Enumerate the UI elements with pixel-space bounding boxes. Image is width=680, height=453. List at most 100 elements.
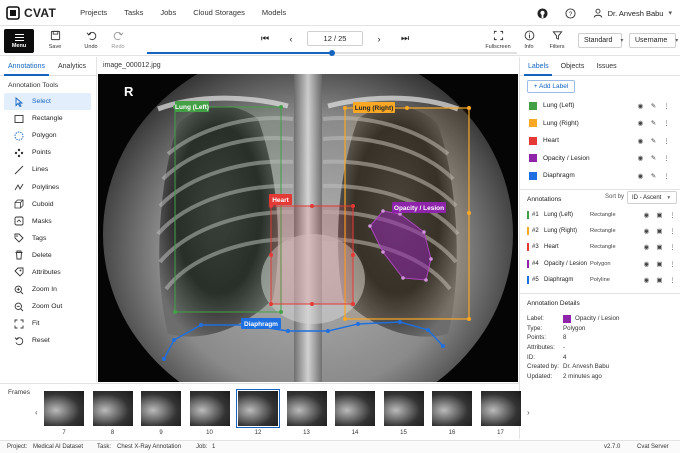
eye-icon[interactable]: ◉ [637,172,644,180]
tool-attributes[interactable]: Attributes [4,264,91,281]
username-select[interactable]: Username ▾ [629,33,678,48]
tool-tags[interactable]: Tags [4,230,91,247]
more-icon[interactable]: ⋮ [669,212,676,219]
user-menu[interactable]: Dr. Anvesh Babu ▾ [593,8,672,18]
edit-icon[interactable]: ✎ [650,137,657,145]
fullscreen-button[interactable]: Fullscreen [485,30,511,50]
last-frame-icon[interactable]: ⏭ [398,32,412,46]
nav-jobs[interactable]: Jobs [160,8,176,17]
annotation-item[interactable]: #2 Lung (Right) Rectangle ◉ ▣ ⋮ [520,223,680,239]
more-icon[interactable]: ⋮ [669,244,676,251]
github-icon[interactable] [537,7,549,19]
eye-icon[interactable]: ◉ [637,155,644,162]
tool-delete[interactable]: Delete [4,247,91,264]
tool-lines[interactable]: Lines [4,161,91,178]
tab-labels[interactable]: Labels [528,57,549,75]
tool-zoom-in[interactable]: Zoom In [4,281,91,298]
more-icon[interactable]: ⋮ [663,137,670,145]
tool-zoom-out[interactable]: Zoom Out [4,298,91,315]
frame-thumbnail[interactable]: 10 [189,391,230,436]
frame-thumbnail[interactable]: 14 [335,391,375,436]
tool-fit[interactable]: Fit [4,315,91,332]
frame-thumbnail[interactable]: 13 [286,391,327,436]
tool-masks[interactable]: Masks [4,213,91,230]
tool-polylines[interactable]: Polylines [4,178,91,195]
annotation-item[interactable]: #4 Opacity / Lesion Polygon ◉ ▣ ⋮ [520,256,680,272]
sort-select[interactable]: ID - Ascent ▾ [627,191,677,204]
tool-rectangle[interactable]: Rectangle [4,110,91,127]
cvat-logo[interactable]: CVAT [6,6,56,20]
filters-button[interactable]: Filters [544,30,570,50]
nav-tasks[interactable]: Tasks [124,8,143,17]
more-icon[interactable]: ⋮ [663,172,670,180]
eye-icon[interactable]: ◉ [643,276,650,284]
lock-icon[interactable]: ▣ [656,276,663,284]
eye-icon[interactable]: ◉ [637,137,644,145]
frame-thumbnail[interactable]: 8 [92,391,133,436]
lock-icon[interactable]: ▣ [656,260,663,268]
frame-number-input[interactable]: 12 / 25 [307,31,363,46]
prev-frame-icon[interactable]: ‹ [284,32,298,46]
add-label-button[interactable]: + Add Label [527,80,575,93]
more-icon[interactable]: ⋮ [663,120,670,127]
help-icon[interactable]: ? [565,7,577,19]
frame-thumbnail[interactable]: 16 [432,391,472,436]
tab-annotations[interactable]: Annotations [8,57,45,75]
info-button[interactable]: Info [516,30,542,50]
lock-icon[interactable]: ▣ [656,244,663,251]
label-item[interactable]: Lung (Left) ◉ ✎ ⋮ [520,97,680,115]
tool-reset[interactable]: Reset [4,332,91,349]
more-icon[interactable]: ⋮ [663,102,670,110]
tab-objects[interactable]: Objects [561,57,585,75]
tool-select[interactable]: Select [4,93,91,111]
strip-prev-icon[interactable]: ‹ [35,408,38,417]
tab-issues[interactable]: Issues [596,57,616,75]
annotation-item[interactable]: #1 Lung (Left) Rectangle ◉ ▣ ⋮ [520,207,680,223]
frame-slider[interactable] [147,50,517,56]
edit-icon[interactable]: ✎ [650,155,657,162]
frame-thumbnail[interactable]: 7 [44,391,84,436]
label-item[interactable]: Heart ◉ ✎ ⋮ [520,132,680,150]
edit-icon[interactable]: ✎ [650,172,657,180]
frame-thumbnail[interactable]: 15 [383,391,424,436]
tool-polygon[interactable]: Polygon [4,127,91,144]
workspace-select[interactable]: Standard ▾ [578,33,623,48]
lock-icon[interactable]: ▣ [656,212,663,219]
redo-button[interactable]: Redo [105,30,131,50]
label-item[interactable]: Opacity / Lesion ◉ ✎ ⋮ [520,150,680,168]
nav-cloud-storages[interactable]: Cloud Storages [193,8,245,17]
nav-projects[interactable]: Projects [80,8,107,17]
frame-slider-handle[interactable] [329,50,335,56]
label-item[interactable]: Diaphragm ◉ ✎ ⋮ [520,167,680,185]
nav-models[interactable]: Models [262,8,286,17]
eye-icon[interactable]: ◉ [637,102,644,110]
more-icon[interactable]: ⋮ [663,155,670,162]
annotation-item[interactable]: #5 Diaphragm Polyline ◉ ▣ ⋮ [520,272,680,288]
eye-icon[interactable]: ◉ [637,120,644,127]
save-button[interactable]: Save [42,30,68,50]
edit-icon[interactable]: ✎ [650,120,657,127]
tool-cuboid[interactable]: Cuboid [4,196,91,213]
eye-icon[interactable]: ◉ [643,260,650,268]
eye-icon[interactable]: ◉ [643,228,650,235]
annotation-canvas[interactable]: Lung (Left) Lung (Right) Heart Opacity /… [98,74,518,382]
frame-thumbnail[interactable]: 17 [480,391,521,436]
tab-analytics[interactable]: Analytics [58,57,86,75]
menu-button[interactable]: Menu [4,29,34,53]
more-icon[interactable]: ⋮ [669,228,676,235]
annotation-item[interactable]: #3 Heart Rectangle ◉ ▣ ⋮ [520,239,680,255]
next-frame-icon[interactable]: › [372,32,386,46]
label-item[interactable]: Lung (Right) ◉ ✎ ⋮ [520,115,680,133]
tool-points[interactable]: Points [4,144,91,161]
first-frame-icon[interactable]: ⏮ [258,32,272,46]
strip-next-icon[interactable]: › [527,408,530,417]
eye-icon[interactable]: ◉ [643,212,650,219]
lock-icon[interactable]: ▣ [656,228,663,235]
undo-button[interactable]: Undo [78,30,104,50]
eye-icon[interactable]: ◉ [643,244,650,251]
edit-icon[interactable]: ✎ [650,102,657,110]
frame-thumbnail[interactable]: 12 [236,389,280,436]
more-icon[interactable]: ⋮ [669,260,676,268]
frame-thumbnail[interactable]: 9 [141,391,181,436]
more-icon[interactable]: ⋮ [669,276,676,284]
